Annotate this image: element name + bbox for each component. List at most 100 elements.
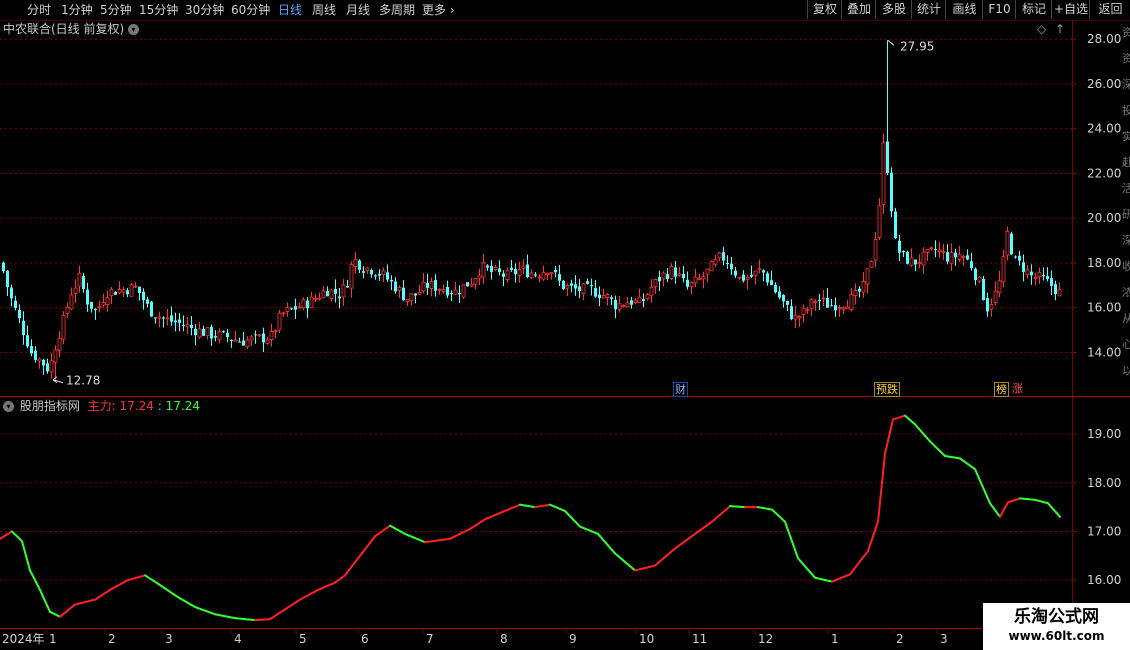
candlestick bbox=[94, 308, 97, 320]
period-tab-4[interactable]: 30分钟 bbox=[185, 2, 224, 18]
period-tab-3[interactable]: 15分钟 bbox=[139, 2, 178, 18]
candle-body bbox=[989, 304, 994, 310]
indicator-series bbox=[0, 414, 1061, 622]
candlestick bbox=[417, 284, 422, 296]
candle-body bbox=[686, 279, 689, 287]
diamond-icon[interactable]: ◇ bbox=[1037, 22, 1046, 36]
candle-body bbox=[297, 306, 302, 309]
marker-cai[interactable]: 财 bbox=[673, 382, 688, 397]
candlestick bbox=[890, 167, 893, 217]
candle-body bbox=[642, 299, 645, 302]
candlestick bbox=[686, 271, 689, 290]
candlestick bbox=[1042, 267, 1045, 281]
period-tab-0[interactable]: 分时 bbox=[27, 2, 51, 18]
period-tab-1[interactable]: 1分钟 bbox=[61, 2, 93, 18]
indicator-tick-label: 18.00 bbox=[1087, 476, 1121, 490]
toolbar-button-2[interactable]: 多股 bbox=[875, 0, 912, 19]
marker-bang[interactable]: 榜 bbox=[994, 382, 1009, 397]
candle-body bbox=[658, 277, 661, 282]
candlestick bbox=[1018, 250, 1021, 266]
candle-body bbox=[713, 258, 718, 265]
candlestick bbox=[986, 292, 989, 317]
candle-body bbox=[233, 339, 238, 342]
chevron-down-icon[interactable]: ▾ bbox=[128, 24, 140, 35]
candlestick bbox=[6, 270, 9, 296]
candle-body bbox=[774, 284, 777, 293]
candlestick bbox=[170, 306, 173, 326]
side-strip-char: 资 bbox=[1122, 26, 1130, 39]
indicator-segment bbox=[883, 452, 886, 465]
chevron-down-icon[interactable]: ▾ bbox=[3, 401, 14, 412]
candlestick bbox=[117, 281, 122, 295]
side-strip-char: 浓 bbox=[1122, 286, 1130, 299]
candlestick bbox=[437, 288, 442, 295]
main-panel-title[interactable]: 中农联合(日线 前复权) ▾ bbox=[3, 22, 141, 36]
month-label: 8 bbox=[500, 632, 508, 646]
candle-body bbox=[86, 289, 89, 305]
marker-yudie[interactable]: 预跌 bbox=[874, 382, 900, 397]
candlestick bbox=[570, 279, 573, 293]
side-strip-char: 深 bbox=[1122, 78, 1130, 91]
toolbar-button-4[interactable]: 画线 bbox=[945, 0, 983, 19]
candlestick bbox=[537, 274, 542, 283]
candlestick bbox=[446, 280, 449, 298]
toolbar-button-7[interactable]: +自选 bbox=[1051, 0, 1090, 19]
candlestick bbox=[797, 315, 802, 327]
toolbar-button-6[interactable]: 标记 bbox=[1015, 0, 1052, 19]
toolbar-button-5[interactable]: F10 bbox=[982, 0, 1016, 19]
period-tab-8[interactable]: 月线 bbox=[346, 2, 370, 18]
candlestick bbox=[909, 248, 914, 267]
candlestick bbox=[217, 328, 222, 344]
candlestick bbox=[637, 288, 642, 304]
candlestick bbox=[734, 266, 737, 279]
toolbar-button-0[interactable]: 复权 bbox=[807, 0, 842, 19]
candle-body bbox=[590, 285, 593, 287]
candlestick bbox=[226, 328, 229, 343]
candle-body bbox=[709, 261, 714, 272]
period-tab-6[interactable]: 日线 bbox=[278, 2, 302, 18]
candlestick bbox=[65, 302, 70, 319]
candlestick bbox=[297, 302, 302, 309]
candlestick bbox=[273, 329, 278, 339]
period-tab-2[interactable]: 5分钟 bbox=[100, 2, 132, 18]
candle-body bbox=[929, 247, 934, 250]
indicator-panel-title[interactable]: ▾ 股朋指标网 主力: 17.24 : 17.24 bbox=[3, 399, 200, 413]
candlestick bbox=[669, 263, 674, 281]
candlestick bbox=[770, 270, 773, 286]
candle-body bbox=[162, 317, 165, 319]
candle-body bbox=[505, 269, 510, 281]
candlestick bbox=[349, 261, 354, 298]
candle-body bbox=[934, 249, 937, 251]
candle-body bbox=[809, 299, 814, 310]
candlestick bbox=[598, 286, 601, 307]
candle-body bbox=[394, 281, 397, 292]
candlestick bbox=[617, 296, 622, 313]
toolbar-button-1[interactable]: 叠加 bbox=[841, 0, 876, 19]
candlestick bbox=[737, 276, 742, 280]
candlestick bbox=[934, 240, 937, 258]
up-arrow-icon[interactable]: ↑ bbox=[1055, 22, 1065, 36]
period-tab-10[interactable]: 更多 › bbox=[422, 2, 455, 18]
candle-body bbox=[937, 249, 942, 252]
candlestick bbox=[346, 279, 349, 289]
candle-body bbox=[57, 337, 62, 351]
toolbar-button-8[interactable]: 返回 bbox=[1089, 0, 1130, 19]
candlestick bbox=[230, 339, 233, 348]
marker-zhang[interactable]: 涨 bbox=[1011, 382, 1024, 395]
candlestick bbox=[341, 279, 346, 307]
period-tab-7[interactable]: 周线 bbox=[312, 2, 336, 18]
candle-body bbox=[645, 294, 650, 300]
candlestick bbox=[701, 271, 706, 289]
series-label: 主力: bbox=[87, 399, 116, 413]
candle-body bbox=[1057, 289, 1062, 297]
period-tab-5[interactable]: 60分钟 bbox=[231, 2, 270, 18]
period-tab-9[interactable]: 多周期 bbox=[379, 2, 415, 18]
candle-body bbox=[614, 299, 617, 310]
candle-body bbox=[437, 288, 442, 291]
candle-body bbox=[414, 293, 417, 296]
toolbar-button-3[interactable]: 统计 bbox=[911, 0, 946, 19]
candlestick bbox=[578, 279, 581, 299]
candlestick bbox=[97, 300, 102, 313]
indicator-segment bbox=[21, 540, 25, 550]
candlestick bbox=[653, 278, 658, 294]
